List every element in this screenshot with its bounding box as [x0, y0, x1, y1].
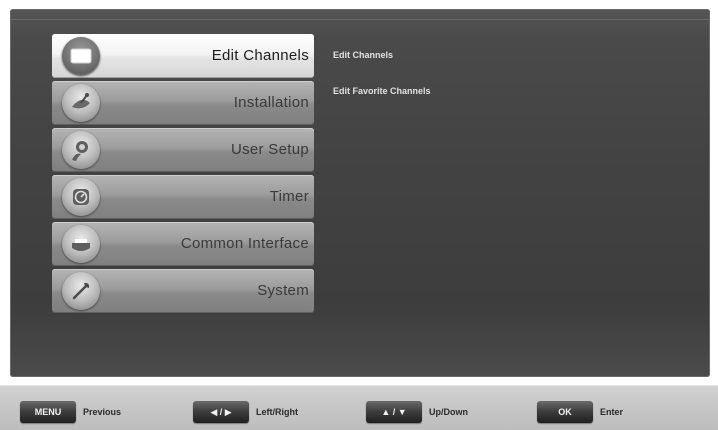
menu-item-label: Edit Channels [211, 47, 309, 64]
menu-item-edit-channels[interactable]: Edit Channels [52, 34, 314, 78]
left-right-key-button[interactable]: ◀ / ▶ [193, 401, 249, 423]
up-down-key-button[interactable]: ▲ / ▼ [366, 401, 422, 423]
menu-item-label: Common Interface [180, 235, 309, 252]
hint-label-enter: Enter [600, 407, 624, 417]
hint-label-left-right: Left/Right [256, 407, 298, 417]
tv-screen-icon [62, 37, 100, 75]
menu-item-installation[interactable]: Installation [52, 81, 314, 125]
menu-item-label: Timer [269, 188, 309, 205]
tv-frame: Edit Channels Installation User Setup Ti… [0, 0, 718, 430]
menu-key-button[interactable]: MENU [20, 401, 76, 423]
menu-item-user-setup[interactable]: User Setup [52, 128, 314, 172]
submenu-item-edit-favorite-channels[interactable]: Edit Favorite Channels [333, 85, 431, 97]
satellite-dish-icon [62, 84, 100, 122]
user-icon [62, 131, 100, 169]
clock-icon [62, 178, 100, 216]
menu-item-label: Installation [233, 94, 309, 111]
ok-key-button[interactable]: OK [537, 401, 593, 423]
main-menu: Edit Channels Installation User Setup Ti… [52, 34, 314, 316]
menu-item-label: System [257, 282, 309, 299]
menu-item-common-interface[interactable]: Common Interface [52, 222, 314, 266]
menu-item-system[interactable]: System [52, 269, 314, 313]
submenu-item-edit-channels[interactable]: Edit Channels [333, 49, 431, 61]
hint-label-up-down: Up/Down [429, 407, 468, 417]
ci-card-icon [62, 225, 100, 263]
hint-label-previous: Previous [83, 407, 122, 417]
osd-screen: Edit Channels Installation User Setup Ti… [10, 9, 710, 377]
submenu: Edit Channels Edit Favorite Channels [333, 49, 431, 121]
menu-item-label: User Setup [230, 141, 309, 158]
key-hint-bar: MENU Previous ◀ / ▶ Left/Right ▲ / ▼ Up/… [0, 385, 718, 430]
wrench-icon [62, 272, 100, 310]
top-divider [10, 19, 710, 20]
menu-item-timer[interactable]: Timer [52, 175, 314, 219]
